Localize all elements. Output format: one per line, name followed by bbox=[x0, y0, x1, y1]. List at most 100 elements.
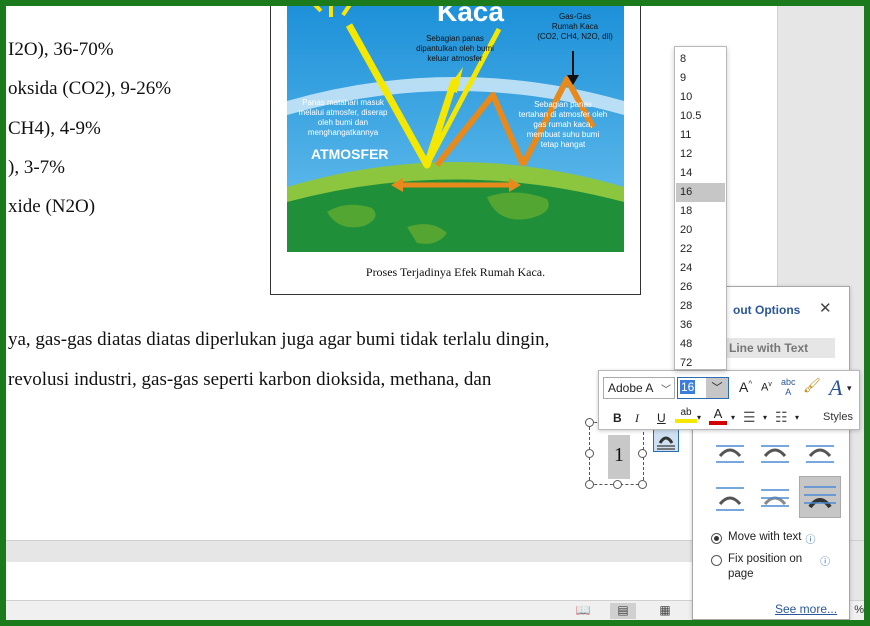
gas-label-2: Rumah Kaca bbox=[552, 22, 599, 31]
wrap-top-bottom-option[interactable] bbox=[711, 481, 747, 513]
font-size-option[interactable]: 28 bbox=[676, 297, 725, 316]
styles-label: Styles bbox=[823, 411, 853, 423]
trap-label-1: Sebagian panas bbox=[534, 100, 592, 109]
font-size-option[interactable]: 36 bbox=[676, 316, 725, 335]
sun-label-2: melalui atmosfer, diserap bbox=[299, 108, 388, 117]
wrap-square-option[interactable] bbox=[711, 437, 747, 469]
greenhouse-effect-illustration: Kaca Gas-Gas Rumah Kaca (CO2, CH4, N2O, … bbox=[287, 6, 624, 252]
wrap-through-option[interactable] bbox=[801, 437, 837, 469]
figure-caption: Proses Terjadinya Efek Rumah Kaca. bbox=[365, 265, 546, 279]
page-number-textbox[interactable]: 1 bbox=[585, 418, 647, 489]
font-size-option[interactable]: 14 bbox=[676, 164, 725, 183]
bullets-icon[interactable]: ☰ bbox=[743, 409, 756, 426]
chevron-down-icon[interactable]: ▾ bbox=[763, 413, 767, 422]
paragraph-line-1: ya, gas-gas diatas diatas diperlukan jug… bbox=[8, 329, 550, 350]
trap-label-3: gas rumah kaca, bbox=[533, 120, 592, 129]
move-with-text-option[interactable]: Move with text ⓘ bbox=[711, 531, 816, 546]
italic-button[interactable]: I bbox=[635, 411, 639, 426]
font-size-option[interactable]: 8 bbox=[676, 50, 725, 69]
doc-line-5: xide (N2O) bbox=[8, 196, 96, 217]
chevron-down-icon[interactable]: ▾ bbox=[795, 413, 799, 422]
font-size-option[interactable]: 12 bbox=[676, 145, 725, 164]
chevron-down-icon[interactable]: ▾ bbox=[847, 383, 852, 394]
paragraph-line-2: revolusi industri, gas-gas seperti karbo… bbox=[8, 369, 492, 390]
sun-label-1: Panas matahari masuk bbox=[302, 98, 385, 107]
font-name-box[interactable]: Adobe A ﹀ bbox=[603, 377, 675, 399]
reflect-label-1: Sebagian panas bbox=[426, 34, 484, 43]
shrink-font-button[interactable]: Av bbox=[761, 381, 772, 394]
fix-position-label-2: page bbox=[728, 568, 754, 580]
font-size-option[interactable]: 22 bbox=[676, 240, 725, 259]
fix-position-option[interactable]: Fix position on page ⓘ bbox=[711, 553, 830, 580]
wrap-tight-option[interactable] bbox=[756, 437, 792, 469]
gas-label-3: (CO2, CH4, N2O, dll) bbox=[537, 32, 613, 41]
layout-options-icon[interactable] bbox=[653, 428, 679, 452]
font-size-option[interactable]: 24 bbox=[676, 259, 725, 278]
trap-label-4: membuat suhu bumi bbox=[527, 130, 600, 139]
app-window: I2O), 36-70% oksida (CO2), 9-26% CH4), 4… bbox=[6, 6, 864, 620]
bold-button[interactable]: B bbox=[613, 411, 622, 425]
font-size-option[interactable]: 9 bbox=[676, 69, 725, 88]
font-size-option-selected[interactable]: 16 bbox=[676, 183, 725, 202]
font-size-box[interactable]: 16 ﹀ bbox=[677, 377, 729, 399]
document-page[interactable]: I2O), 36-70% oksida (CO2), 9-26% CH4), 4… bbox=[6, 6, 778, 540]
doc-line-4: ), 3-7% bbox=[8, 157, 65, 178]
web-layout-icon[interactable]: ▦ bbox=[652, 603, 678, 619]
sun-label-3: oleh bumi dan bbox=[318, 118, 368, 127]
gas-label-1: Gas-Gas bbox=[559, 12, 591, 21]
reflect-label-2: dipantulkan oleh bumi bbox=[416, 44, 494, 53]
info-icon[interactable]: ⓘ bbox=[806, 531, 816, 546]
mini-toolbar: Adobe A ﹀ 16 ﹀ A^ Av abc A 🖌 A ▾ Styles B… bbox=[598, 370, 860, 430]
see-more-link[interactable]: See more... bbox=[775, 602, 837, 616]
print-layout-icon[interactable]: ▤ bbox=[610, 603, 636, 619]
zoom-percent[interactable]: % bbox=[854, 604, 864, 616]
doc-line-3: CH4), 4-9% bbox=[8, 118, 101, 139]
inline-with-text-heading: Line with Text bbox=[723, 338, 835, 358]
fix-position-radio[interactable] bbox=[711, 555, 722, 566]
font-size-option[interactable]: 10.5 bbox=[676, 107, 725, 126]
info-icon[interactable]: ⓘ bbox=[820, 553, 830, 568]
font-size-value: 16 bbox=[680, 380, 696, 394]
chevron-down-icon[interactable]: ﹀ bbox=[661, 381, 671, 396]
font-size-option[interactable]: 18 bbox=[676, 202, 725, 221]
chevron-down-icon[interactable]: ﹀ bbox=[706, 378, 728, 398]
font-size-option[interactable]: 11 bbox=[676, 126, 725, 145]
resize-handle-tl[interactable] bbox=[585, 418, 594, 427]
next-page[interactable] bbox=[6, 562, 696, 602]
underline-button[interactable]: U bbox=[657, 411, 666, 425]
grow-font-button[interactable]: A^ bbox=[739, 379, 752, 395]
textbox-number: 1 bbox=[608, 435, 630, 479]
move-with-text-radio[interactable] bbox=[711, 533, 722, 544]
reflect-label-3: keluar atmosfer bbox=[427, 54, 482, 63]
highlight-icon[interactable]: ab bbox=[675, 407, 697, 423]
close-icon[interactable]: ✕ bbox=[819, 299, 832, 317]
chevron-down-icon[interactable]: ▾ bbox=[731, 413, 735, 422]
read-mode-icon[interactable]: 📖 bbox=[570, 603, 596, 619]
wrap-behind-text-option[interactable] bbox=[756, 481, 792, 513]
font-size-option[interactable]: 72 bbox=[676, 354, 725, 373]
doc-line-2: oksida (CO2), 9-26% bbox=[8, 78, 172, 99]
resize-handle-bl[interactable] bbox=[585, 480, 594, 489]
font-size-option[interactable]: 26 bbox=[676, 278, 725, 297]
resize-handle-r[interactable] bbox=[638, 449, 647, 458]
trap-label-2: tertahan di atmosfer oleh bbox=[519, 110, 608, 119]
resize-handle-b[interactable] bbox=[613, 480, 622, 489]
move-with-text-label: Move with text bbox=[728, 531, 802, 543]
font-size-option[interactable]: 20 bbox=[676, 221, 725, 240]
numbering-icon[interactable]: ☷ bbox=[775, 409, 788, 426]
trap-label-5: tetap hangat bbox=[541, 140, 586, 149]
figure-frame[interactable]: Kaca Gas-Gas Rumah Kaca (CO2, CH4, N2O, … bbox=[270, 6, 641, 295]
format-painter-icon[interactable]: 🖌 bbox=[803, 377, 821, 394]
styles-icon[interactable]: A bbox=[829, 375, 842, 401]
font-color-icon[interactable]: A bbox=[709, 407, 727, 425]
resize-handle-l[interactable] bbox=[585, 449, 594, 458]
font-name-value: Adobe A bbox=[608, 381, 654, 395]
wrap-in-front-option[interactable] bbox=[799, 476, 841, 518]
font-size-option[interactable]: 10 bbox=[676, 88, 725, 107]
chevron-down-icon[interactable]: ▾ bbox=[697, 413, 701, 422]
sun-label-4: menghangatkannya bbox=[308, 128, 379, 137]
resize-handle-br[interactable] bbox=[638, 480, 647, 489]
font-size-option[interactable]: 48 bbox=[676, 335, 725, 354]
change-case-icon[interactable]: abc A bbox=[781, 377, 796, 397]
figure-title: Kaca bbox=[437, 6, 504, 27]
